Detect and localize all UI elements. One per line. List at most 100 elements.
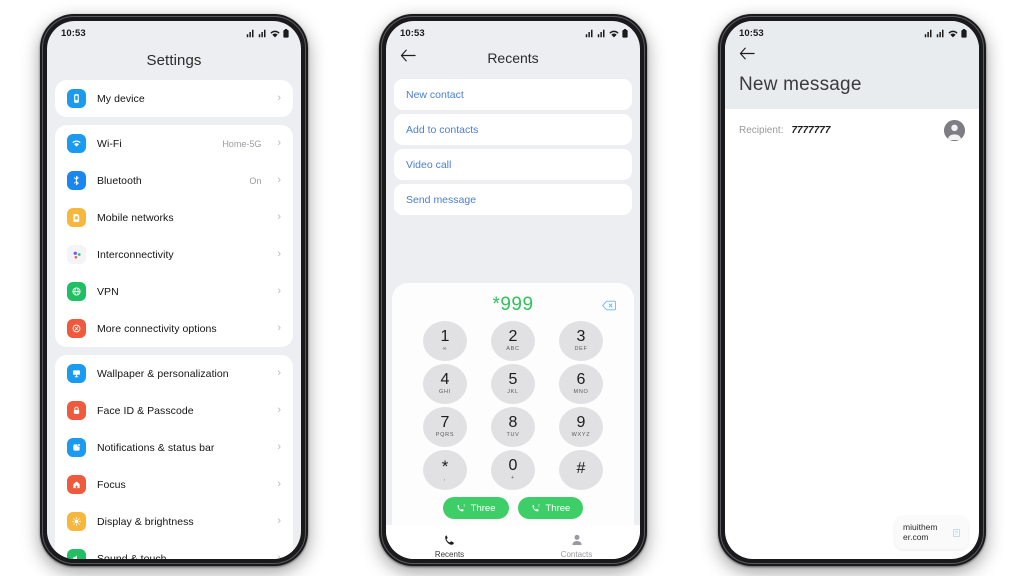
- chevron-right-icon: ›: [277, 367, 281, 379]
- wallpaper-icon: [67, 364, 86, 383]
- focus-icon: [67, 475, 86, 494]
- sidebar-item-label: Wi-Fi: [97, 137, 122, 150]
- dialed-number[interactable]: *999: [492, 294, 533, 316]
- signal-2-icon: [936, 29, 944, 37]
- status-bar: 10:53: [725, 21, 979, 43]
- wifi-icon: [948, 30, 958, 37]
- sidebar-item-label: Mobile networks: [97, 211, 174, 224]
- key-sub: WXYZ: [571, 432, 591, 439]
- signal-1-icon: [585, 29, 593, 37]
- sidebar-item-notifications-status-bar[interactable]: Notifications & status bar ›: [55, 429, 293, 466]
- tab-label: Contacts: [560, 550, 593, 559]
- wifi-icon: [609, 30, 619, 37]
- call-sim2-icon: 2: [532, 504, 539, 512]
- call-button-sim1[interactable]: 1 Three: [442, 497, 509, 519]
- recipient-label: Recipient:: [739, 125, 784, 136]
- dial-key-0[interactable]: 0 +: [491, 450, 535, 490]
- watermark-text: miuithem er.com: [903, 521, 938, 543]
- key-digit: 8: [508, 414, 518, 432]
- dial-key-8[interactable]: 8 TUV: [491, 407, 535, 447]
- dial-key-3[interactable]: 3 DEF: [559, 321, 603, 361]
- status-bar-time: 10:53: [400, 27, 425, 39]
- sidebar-item-face-id-passcode[interactable]: Face ID & Passcode ›: [55, 392, 293, 429]
- sidebar-item-label: Display & brightness: [97, 515, 194, 528]
- key-sub: +: [511, 475, 515, 482]
- key-digit: 1: [440, 328, 450, 346]
- action-add-to-contacts[interactable]: Add to contacts: [394, 114, 632, 145]
- tab-contacts[interactable]: Contacts: [513, 533, 640, 559]
- avatar-icon[interactable]: [944, 120, 965, 141]
- settings-screen: 10:53 Settings My device › Wi-Fi Home-5G…: [47, 21, 301, 559]
- sidebar-item-vpn[interactable]: VPN ›: [55, 273, 293, 310]
- key-digit: 6: [576, 371, 586, 389]
- chevron-right-icon: ›: [277, 285, 281, 297]
- dial-key-star[interactable]: *,: [423, 450, 467, 490]
- notifications-icon: [67, 438, 86, 457]
- dial-key-5[interactable]: 5 JKL: [491, 364, 535, 404]
- status-bar: 10:53: [386, 21, 640, 43]
- sidebar-item-mobile-networks[interactable]: Mobile networks ›: [55, 199, 293, 236]
- recipient-input[interactable]: 7777777: [791, 125, 936, 136]
- tab-label: Recents: [434, 550, 465, 559]
- settings-page-title: Settings: [146, 52, 202, 69]
- sidebar-item-label: Wallpaper & personalization: [97, 367, 229, 380]
- sidebar-item-wallpaper-personalization[interactable]: Wallpaper & personalization ›: [55, 355, 293, 392]
- backspace-icon[interactable]: [602, 298, 616, 316]
- action-video-call[interactable]: Video call: [394, 149, 632, 180]
- action-new-contact[interactable]: New contact: [394, 79, 632, 110]
- sidebar-item-bluetooth[interactable]: Bluetooth On ›: [55, 162, 293, 199]
- back-arrow-icon[interactable]: [739, 47, 965, 65]
- wifi-icon: [67, 134, 86, 153]
- dial-key-hash[interactable]: #: [559, 450, 603, 490]
- action-label: Add to contacts: [406, 123, 479, 136]
- status-bar-icons: [246, 28, 289, 38]
- sidebar-item-label: My device: [97, 92, 145, 105]
- key-digit: 3: [576, 328, 586, 346]
- chevron-right-icon: ›: [277, 404, 281, 416]
- chevron-right-icon: ›: [277, 92, 281, 104]
- status-bar-time: 10:53: [61, 27, 86, 39]
- page-title: Recents: [487, 50, 539, 66]
- dial-key-2[interactable]: 2 ABC: [491, 321, 535, 361]
- dialpad: *999 1 ∞ 2 ABC 3 DEF 4 GHI 5 JKL 6 MNO 7 PQRS 8: [392, 283, 634, 525]
- key-sub: ∞: [442, 346, 448, 353]
- dial-key-9[interactable]: 9 WXYZ: [559, 407, 603, 447]
- tab-recents[interactable]: Recents: [386, 533, 513, 559]
- key-digit: 2: [508, 328, 518, 346]
- sidebar-item-focus[interactable]: Focus ›: [55, 466, 293, 503]
- page-title: New message: [739, 74, 862, 95]
- call-button-sim2[interactable]: 2 Three: [517, 497, 584, 519]
- chevron-right-icon: ›: [277, 248, 281, 260]
- settings-group-personalization: Wallpaper & personalization › Face ID & …: [55, 355, 293, 559]
- sidebar-item-interconnectivity[interactable]: Interconnectivity ›: [55, 236, 293, 273]
- recipient-row[interactable]: Recipient: 7777777: [725, 109, 979, 141]
- sidebar-item-value: On: [249, 175, 262, 186]
- chevron-right-icon: ›: [277, 211, 281, 223]
- sidebar-item-wifi[interactable]: Wi-Fi Home-5G ›: [55, 125, 293, 162]
- recents-action-list: New contact Add to contacts Video call S…: [386, 79, 640, 219]
- call-buttons: 1 Three 2 Three: [442, 497, 584, 519]
- settings-list[interactable]: My device › Wi-Fi Home-5G › Bluetooth On…: [47, 80, 301, 559]
- dial-key-6[interactable]: 6 MNO: [559, 364, 603, 404]
- sidebar-item-more-connectivity-options[interactable]: More connectivity options ›: [55, 310, 293, 347]
- sidebar-item-label: Sound & touch: [97, 552, 167, 560]
- sidebar-item-label: More connectivity options: [97, 322, 217, 335]
- recents-root: 10:53 Recents New contact Add to contact…: [386, 21, 640, 559]
- new-message-header: New message: [725, 43, 979, 109]
- lock-icon: [67, 401, 86, 420]
- dial-key-1[interactable]: 1 ∞: [423, 321, 467, 361]
- sidebar-item-my-device[interactable]: My device ›: [55, 80, 293, 117]
- key-sub: JKL: [507, 389, 519, 396]
- sidebar-item-label: Interconnectivity: [97, 248, 174, 261]
- sidebar-item-sound-touch[interactable]: Sound & touch ›: [55, 540, 293, 559]
- sim-card-icon: [67, 208, 86, 227]
- dial-key-4[interactable]: 4 GHI: [423, 364, 467, 404]
- phone-recents: 10:53 Recents New contact Add to contact…: [379, 14, 647, 566]
- sidebar-item-display-brightness[interactable]: Display & brightness ›: [55, 503, 293, 540]
- sidebar-item-label: Notifications & status bar: [97, 441, 215, 454]
- message-body[interactable]: miuithem er.com: [725, 141, 979, 559]
- action-send-message[interactable]: Send message: [394, 184, 632, 215]
- dial-key-7[interactable]: 7 PQRS: [423, 407, 467, 447]
- action-label: New contact: [406, 88, 464, 101]
- copy-icon: [953, 528, 960, 539]
